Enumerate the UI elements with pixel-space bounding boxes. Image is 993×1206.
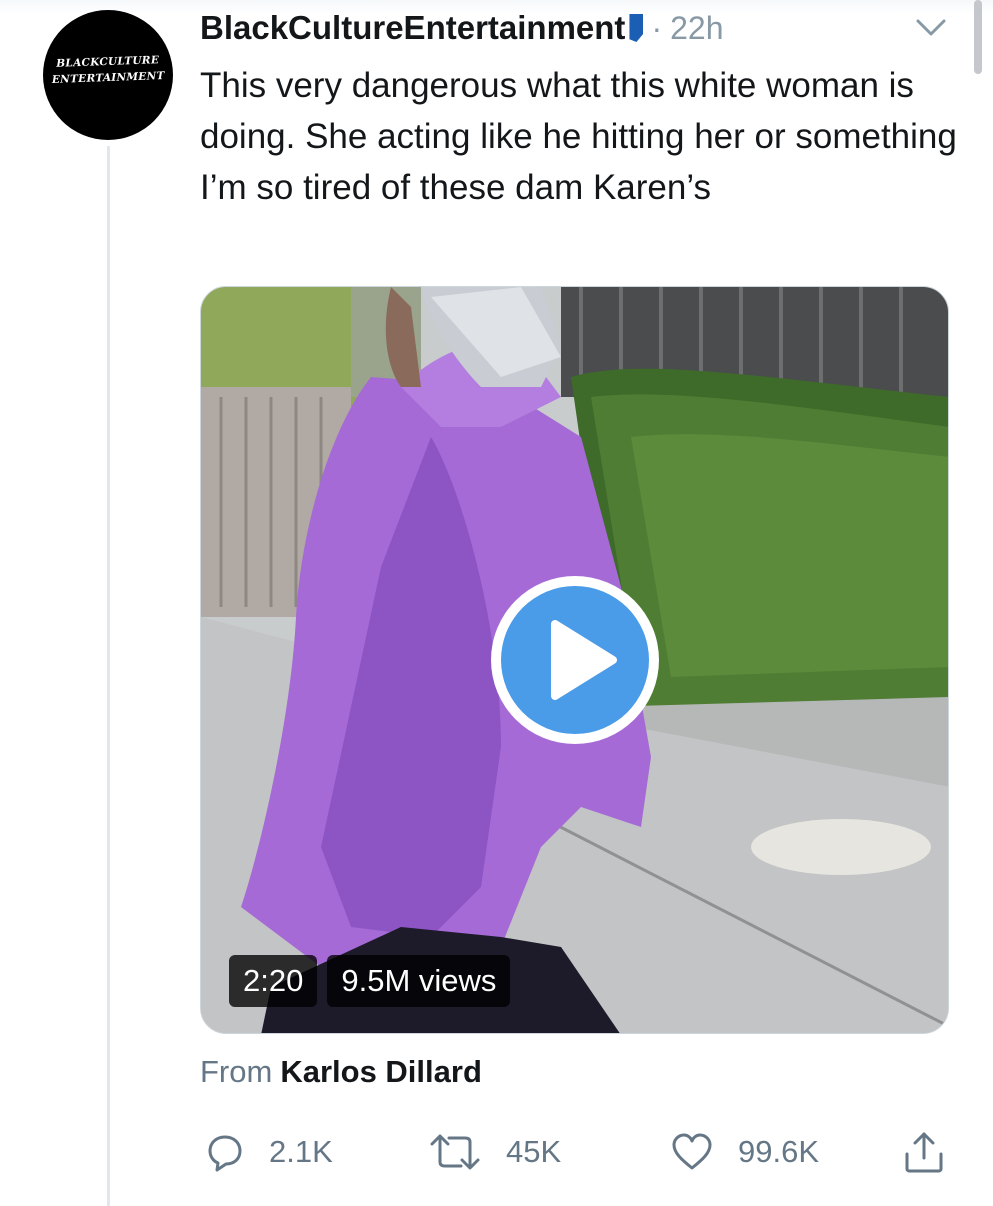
tweet-actions: 2.1K 45K 99.6K	[0, 1128, 993, 1176]
tweet-header: BlackCultureEntertainment · 22h	[200, 6, 723, 50]
video-source: From Karlos Dillard	[200, 1054, 482, 1090]
source-prefix: From	[200, 1054, 273, 1089]
thread-line	[107, 146, 110, 1206]
play-icon[interactable]	[487, 572, 663, 748]
share-button[interactable]	[902, 1128, 946, 1176]
retweet-count: 45K	[506, 1134, 562, 1169]
video-duration: 2:20	[229, 955, 318, 1007]
share-icon	[905, 1132, 943, 1173]
video-player[interactable]: 2:20 9.5M views	[200, 286, 949, 1034]
scrollbar[interactable]	[974, 0, 982, 74]
source-name-link[interactable]: Karlos Dillard	[280, 1054, 482, 1089]
video-stats: 2:20 9.5M views	[229, 955, 511, 1007]
retweet-button[interactable]: 45K	[428, 1128, 561, 1176]
tweet-text: This very dangerous what this white woma…	[200, 66, 957, 207]
video-views: 9.5M views	[327, 955, 511, 1007]
like-icon	[672, 1133, 712, 1170]
chevron-down-icon[interactable]	[912, 12, 950, 42]
like-count: 99.6K	[738, 1134, 820, 1169]
retweet-icon	[430, 1134, 480, 1170]
author-name[interactable]: BlackCultureEntertainment	[200, 9, 625, 47]
avatar-logo-text: BLACKCULTURE ENTERTAINMENT	[51, 54, 165, 86]
avatar[interactable]: BLACKCULTURE ENTERTAINMENT	[43, 10, 173, 140]
flag-icon	[629, 14, 644, 42]
reply-button[interactable]: 2.1K	[205, 1128, 333, 1176]
reply-icon	[208, 1135, 242, 1172]
like-button[interactable]: 99.6K	[670, 1128, 819, 1176]
reply-count: 2.1K	[269, 1134, 333, 1169]
separator: ·	[651, 9, 663, 46]
timestamp[interactable]: 22h	[670, 10, 723, 47]
